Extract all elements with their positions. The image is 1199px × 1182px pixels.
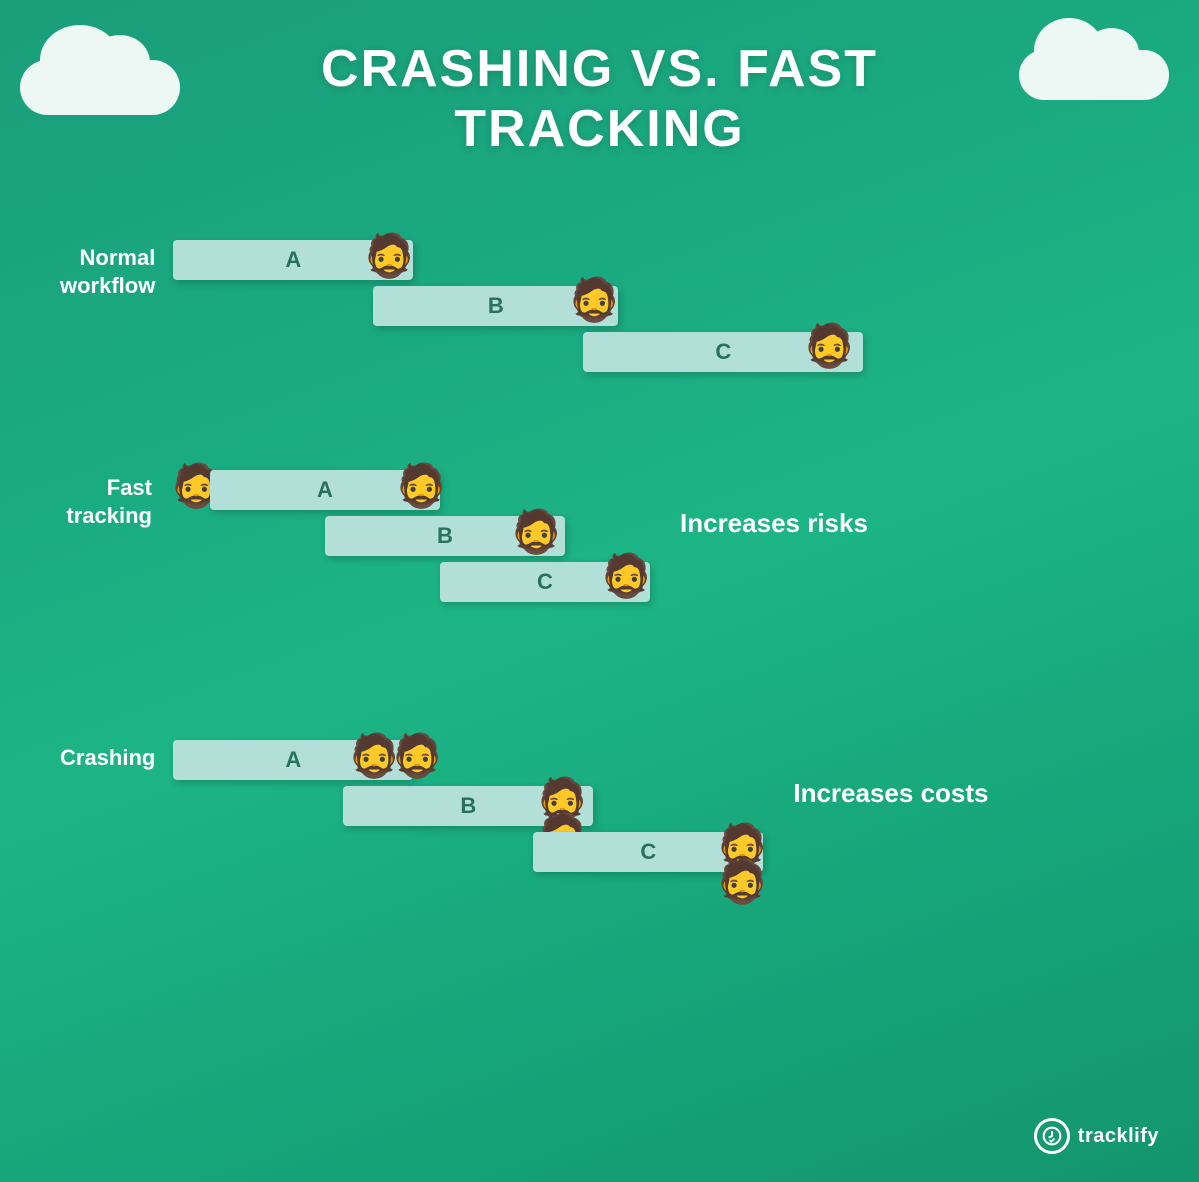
logo-icon (1034, 1118, 1070, 1154)
logo-text: tracklify (1078, 1125, 1159, 1148)
crashing-label: Crashing (60, 740, 173, 772)
person-fast-c: 🧔 (600, 552, 652, 601)
increases-costs-label: Increases costs (793, 778, 988, 809)
person-normal-b: 🧔 (568, 276, 620, 325)
person-crash-a2: 🧔 (391, 732, 443, 781)
fast-label: Fast tracking (60, 470, 170, 529)
background: CRASHING VS. FAST TRACKING Normal workfl… (0, 0, 1199, 1182)
normal-workflow-section: Normal workflow A 🧔 B 🧔 C 🧔 (60, 240, 1073, 370)
person-normal-a: 🧔 (363, 232, 415, 281)
cloud-left (20, 60, 180, 115)
logo: tracklify (1034, 1118, 1159, 1154)
fast-bars-container: 🧔 A 🧔 B 🧔 C 🧔 Increases risks (170, 470, 990, 615)
person-crash-c2: 🧔 (716, 858, 768, 907)
clock-check-icon (1042, 1126, 1062, 1146)
normal-label: Normal workflow (60, 240, 173, 299)
cloud-right (1019, 50, 1169, 100)
fast-tracking-section: Fast tracking 🧔 A 🧔 B 🧔 C 🧔 Increases ri… (60, 470, 990, 615)
person-fast-a-right: 🧔 (395, 462, 447, 511)
normal-bars-container: A 🧔 B 🧔 C 🧔 (173, 240, 1073, 370)
crashing-bars-container: A 🧔 🧔 B 🧔 🧔 C 🧔 🧔 Increases costs (173, 740, 1123, 960)
person-fast-b: 🧔 (510, 508, 562, 557)
increases-risks-label: Increases risks (680, 508, 868, 539)
crashing-section: Crashing A 🧔 🧔 B 🧔 🧔 C 🧔 🧔 Increases cos… (60, 740, 1123, 960)
person-normal-c: 🧔 (803, 322, 855, 371)
